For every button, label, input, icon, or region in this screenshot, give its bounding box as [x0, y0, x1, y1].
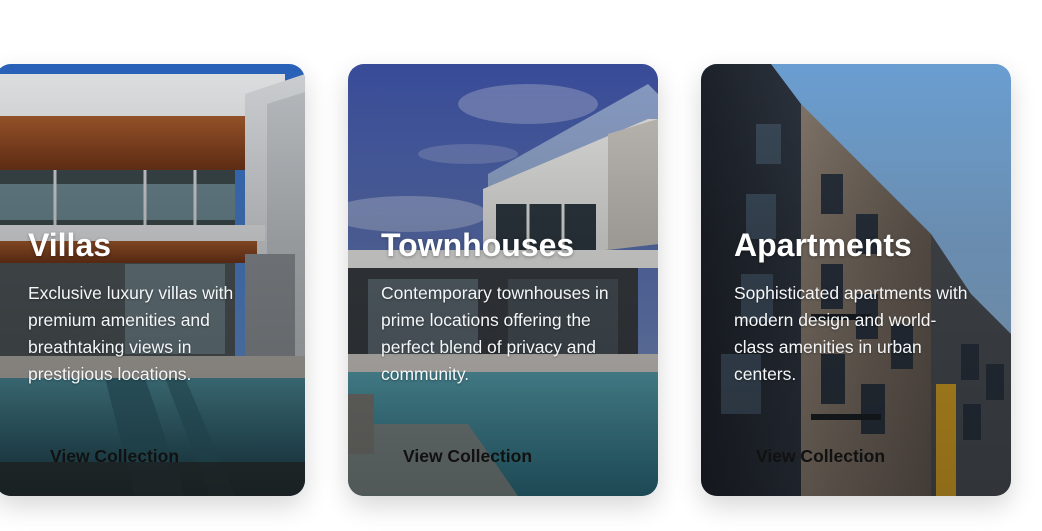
card-content: Townhouses Contemporary townhouses in pr… [381, 226, 631, 466]
card-apartments[interactable]: Apartments Sophisticated apartments with… [701, 64, 1011, 496]
card-villas[interactable]: Villas Exclusive luxury villas with prem… [0, 64, 305, 496]
card-content: Apartments Sophisticated apartments with… [734, 226, 984, 466]
card-description: Sophisticated apartments with modern des… [734, 283, 968, 384]
card-content: Villas Exclusive luxury villas with prem… [28, 226, 278, 466]
property-collections: Villas Exclusive luxury villas with prem… [0, 0, 1042, 531]
card-description: Exclusive luxury villas with premium ame… [28, 283, 234, 384]
view-collection-button[interactable]: View Collection [28, 436, 278, 476]
view-collection-button[interactable]: View Collection [734, 436, 984, 476]
card-townhouses[interactable]: Townhouses Contemporary townhouses in pr… [348, 64, 658, 496]
card-description: Contemporary townhouses in prime locatio… [381, 283, 609, 384]
card-title: Villas [28, 227, 112, 263]
card-title: Townhouses [381, 227, 575, 263]
view-collection-button[interactable]: View Collection [381, 436, 631, 476]
card-title: Apartments [734, 227, 912, 263]
